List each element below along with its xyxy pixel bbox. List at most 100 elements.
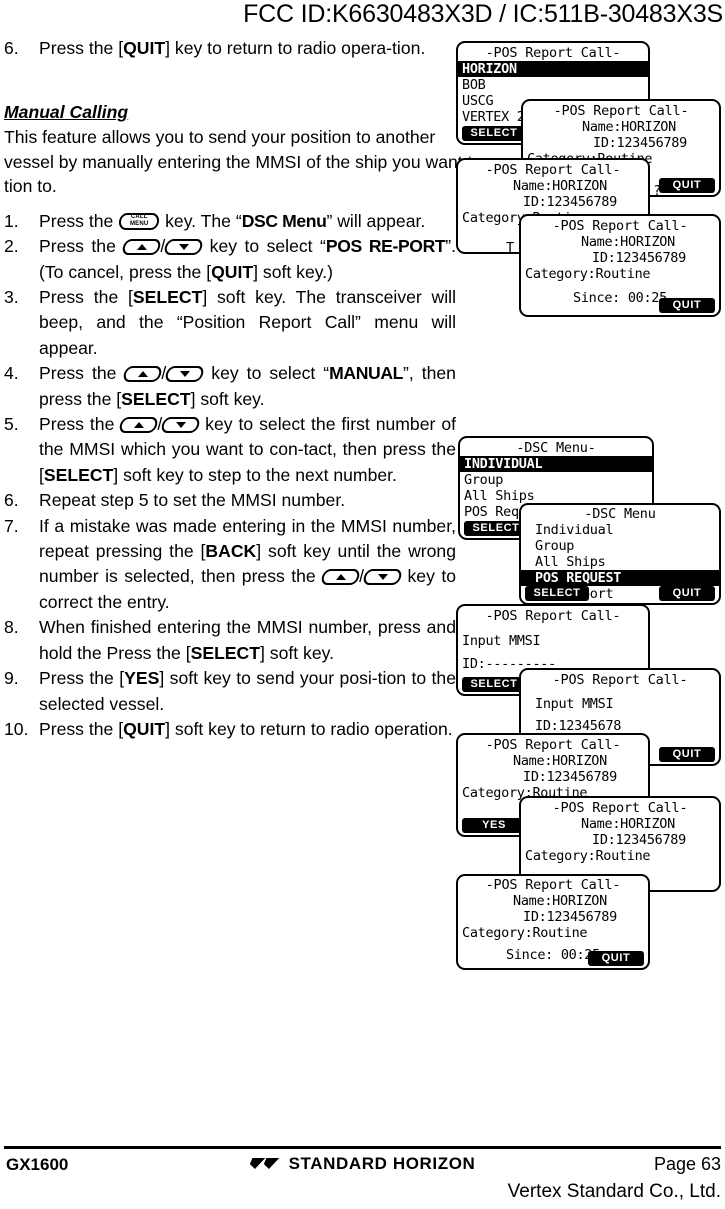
lcd-title: -POS Report Call- bbox=[485, 45, 621, 61]
standard-horizon-logo-icon bbox=[250, 1158, 284, 1169]
footer-brand: STANDARD HORIZON bbox=[0, 1154, 725, 1174]
step-number: 2. bbox=[4, 236, 19, 257]
step-text-part: key to select “ bbox=[202, 236, 326, 257]
up-arrow-key-icon[interactable] bbox=[118, 417, 160, 434]
lcd-menu-item-name: MANUAL bbox=[329, 363, 403, 384]
softkey-select[interactable]: SELECT bbox=[462, 677, 526, 692]
softkey-select[interactable]: SELECT bbox=[525, 586, 589, 601]
step-text-part: ” will appear. bbox=[326, 210, 426, 231]
lcd-list-item-highlighted[interactable]: HORIZON bbox=[458, 61, 648, 77]
lcd-dsc-menu-pos-request: -DSC Menu Individual Group All Ships POS… bbox=[519, 503, 721, 605]
lcd-name-row: Name:HORIZON bbox=[513, 178, 607, 194]
lcd-title: -POS Report Call- bbox=[553, 103, 689, 119]
key-label-quit: QUIT bbox=[123, 718, 166, 739]
lcd-softkey-bar: QUIT bbox=[521, 298, 719, 313]
lcd-category-row: Category:Routine bbox=[462, 925, 588, 941]
softkey-quit[interactable]: QUIT bbox=[588, 951, 644, 966]
step-number: 7. bbox=[4, 515, 19, 536]
lcd-title: -POS Report Call- bbox=[485, 608, 621, 624]
instruction-text-column: 6. Press the [QUIT] key to return to rad… bbox=[4, 36, 607, 743]
step-text-part: Press the [ bbox=[39, 718, 124, 739]
step-item-1: 1. Press the CALL MENU key. The “DSC Menu… bbox=[4, 209, 456, 234]
step-text-part: Press the bbox=[39, 236, 124, 257]
softkey-quit[interactable]: QUIT bbox=[659, 298, 715, 313]
lcd-menu-item[interactable]: Individual bbox=[521, 522, 719, 538]
lcd-id-row: ID:123456789 bbox=[523, 769, 617, 785]
key-label-select: SELECT bbox=[190, 642, 260, 663]
softkey-quit[interactable]: QUIT bbox=[659, 747, 715, 762]
step-item-6: 6. Repeat step 5 to set the MMSI number. bbox=[4, 488, 456, 513]
down-arrow-key-icon[interactable] bbox=[160, 417, 202, 434]
lcd-name-row: Name:HORIZON bbox=[513, 753, 607, 769]
step-item-4: 4. Press the / key to select “MANUAL”, t… bbox=[4, 361, 456, 412]
lcd-id-row: ID:123456789 bbox=[523, 194, 617, 210]
step-item-10: 10. Press the [QUIT] soft key to return … bbox=[4, 717, 456, 742]
lcd-menu-item[interactable]: Auto POS Polling bbox=[521, 602, 719, 603]
step-text-part: Press the bbox=[39, 414, 121, 435]
lcd-list-item[interactable]: BOB bbox=[458, 77, 648, 93]
lcd-title: -POS Report Call- bbox=[485, 737, 621, 753]
step-item-7: 7. If a mistake was made entering in the… bbox=[4, 514, 456, 616]
key-label-yes: YES bbox=[124, 668, 160, 689]
lcd-menu-item-highlighted[interactable]: POS REQUEST bbox=[521, 570, 719, 586]
lcd-input-value[interactable]: ID:12345678 bbox=[521, 718, 719, 734]
step-number: 6. bbox=[4, 38, 19, 58]
manual-page: FCC ID:K6630483X3D / IC:511B-30483X3S -P… bbox=[0, 0, 725, 1209]
key-label-quit: QUIT bbox=[123, 38, 166, 58]
up-arrow-key-icon[interactable] bbox=[122, 366, 164, 383]
footer-page-number: Page 63 bbox=[653, 1154, 721, 1174]
lcd-title: -POS Report Call- bbox=[552, 672, 688, 688]
fcc-id-header: FCC ID:K6630483X3D / IC:511B-30483X3S bbox=[243, 0, 723, 28]
call-menu-key-icon[interactable]: CALL MENU bbox=[118, 212, 161, 230]
step-text-part: Press the bbox=[39, 210, 119, 231]
lcd-id-row: ID:123456789 bbox=[592, 250, 686, 266]
up-arrow-key-icon[interactable] bbox=[121, 239, 163, 256]
lcd-id-row: ID:123456789 bbox=[523, 909, 617, 925]
down-arrow-key-icon[interactable] bbox=[164, 366, 206, 383]
numbered-step-list: 1. Press the CALL MENU key. The “DSC Menu… bbox=[4, 209, 456, 743]
key-label-back: BACK bbox=[205, 541, 257, 562]
step-item-prev-6: 6. Press the [QUIT] key to return to rad… bbox=[4, 36, 456, 61]
softkey-quit[interactable]: QUIT bbox=[659, 586, 715, 601]
footer-divider bbox=[4, 1146, 721, 1149]
softkey-yes[interactable]: YES bbox=[462, 818, 526, 833]
lcd-title: -POS Report Call- bbox=[485, 162, 621, 178]
lcd-category-row: Category:Routine bbox=[525, 848, 651, 864]
lcd-input-label: Input MMSI bbox=[462, 633, 541, 649]
section-intro-line-3: tion to. bbox=[4, 176, 57, 197]
section-heading: Manual Calling bbox=[4, 102, 129, 123]
step-text-part: Press the [ bbox=[39, 668, 125, 689]
lcd-title: -DSC Menu bbox=[584, 506, 656, 522]
softkey-quit[interactable]: QUIT bbox=[659, 178, 715, 193]
step-number: 3. bbox=[4, 287, 19, 307]
step-text-part: ] key to return to radio opera-tion. bbox=[165, 38, 426, 58]
down-arrow-key-icon[interactable] bbox=[362, 569, 404, 586]
softkey-select[interactable]: SELECT bbox=[462, 126, 526, 141]
step-text: Press the [QUIT] key to return to radio … bbox=[39, 38, 425, 58]
step-item-3: 3. Press the [SELECT] soft key. The tran… bbox=[4, 285, 456, 361]
step-item-9: 9. Press the [YES] soft key to send your… bbox=[4, 666, 456, 717]
lcd-menu-item[interactable]: Group bbox=[521, 538, 719, 554]
lcd-menu-item[interactable]: All Ships bbox=[460, 488, 652, 504]
up-arrow-key-icon[interactable] bbox=[320, 569, 362, 586]
lcd-menu-item[interactable]: Group bbox=[460, 472, 652, 488]
lcd-menu-item-name: POS RE-PORT bbox=[325, 236, 446, 257]
lcd-menu-item-highlighted[interactable]: INDIVIDUAL bbox=[460, 456, 652, 472]
lcd-pos-report-sent: -POS Report Call- Name:HORIZON ID:123456… bbox=[456, 874, 650, 970]
step-text-part: ] soft key.) bbox=[253, 261, 333, 282]
lcd-softkey-bar: QUIT bbox=[458, 951, 648, 966]
step-text-part: key to select “ bbox=[203, 363, 330, 384]
step-number: 4. bbox=[4, 363, 19, 384]
section-intro-line-1: This feature allows you to send your pos… bbox=[4, 127, 436, 147]
step-text-part: ] soft key. bbox=[260, 642, 334, 663]
down-arrow-key-icon[interactable] bbox=[163, 239, 205, 256]
lcd-title: -POS Report Call- bbox=[552, 218, 688, 234]
step-number: 1. bbox=[4, 210, 19, 231]
call-key-label: CALL bbox=[130, 213, 148, 220]
lcd-menu-item[interactable]: All Ships bbox=[521, 554, 719, 570]
lcd-id-row: ID:123456789 bbox=[592, 832, 686, 848]
step-text-part: Press the bbox=[39, 363, 125, 384]
step-number: 5. bbox=[4, 414, 19, 435]
lcd-title: -POS Report Call- bbox=[485, 877, 621, 893]
lcd-category-row: Category:Routine bbox=[525, 266, 651, 282]
